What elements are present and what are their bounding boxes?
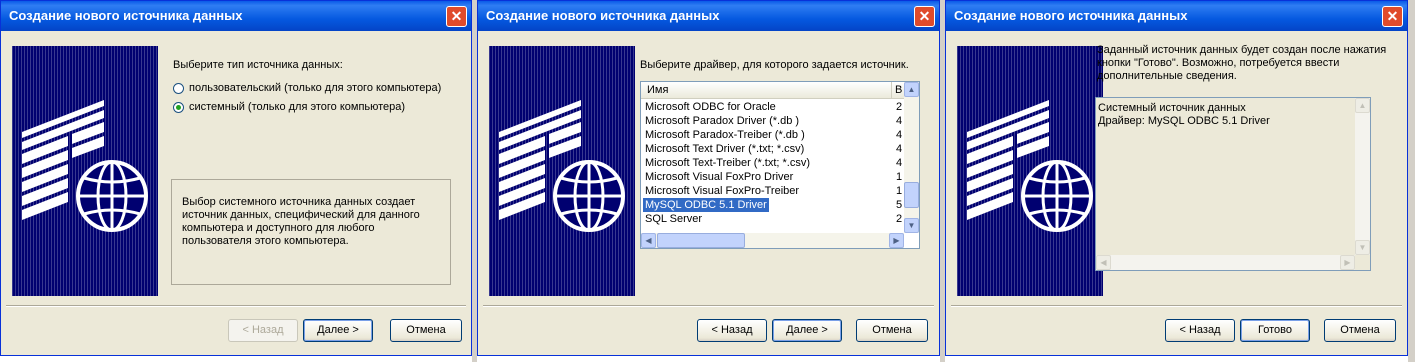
scroll-left-button: ◀ [1096, 255, 1111, 270]
arrow-left-icon: ◀ [645, 236, 652, 245]
horizontal-scrollbar[interactable]: ◀ ▶ [641, 233, 904, 248]
scroll-down-button[interactable]: ▼ [904, 218, 919, 233]
separator [951, 305, 1402, 307]
back-button[interactable]: < Назад [228, 319, 298, 342]
wizard-banner-image [489, 46, 635, 296]
scroll-up-button: ▲ [1355, 98, 1370, 113]
driver-list[interactable]: Имя В Microsoft ODBC for Oracle 2 Microso… [640, 81, 920, 249]
close-button[interactable]: ✕ [1382, 6, 1403, 27]
list-item[interactable]: Microsoft Paradox-Treiber (*.db ) 4 [641, 128, 904, 142]
dialog-title: Создание нового источника данных [9, 8, 243, 23]
scroll-down-button: ▼ [1355, 240, 1370, 255]
close-button[interactable]: ✕ [446, 6, 467, 27]
close-icon: ✕ [1386, 8, 1399, 24]
column-header-version[interactable]: В [891, 82, 904, 99]
arrow-right-icon: ▶ [1344, 258, 1351, 267]
title-bar[interactable]: Создание нового источника данных [946, 1, 1407, 31]
radio-system-dsn[interactable]: системный (только для этого компьютера) [173, 100, 463, 116]
data-source-globe-icon [22, 100, 148, 232]
list-item[interactable]: Microsoft Text-Treiber (*.txt; *.csv) 4 [641, 156, 904, 170]
vertical-scrollbar[interactable]: ▲ ▼ [904, 82, 919, 233]
arrow-left-icon: ◀ [1100, 258, 1107, 267]
dialog-title: Создание нового источника данных [486, 8, 720, 23]
separator [483, 305, 934, 307]
scroll-right-button[interactable]: ▶ [889, 233, 904, 248]
back-button[interactable]: < Назад [1165, 319, 1235, 342]
data-source-globe-icon [967, 100, 1093, 232]
radio-button-selected[interactable] [173, 102, 184, 113]
prompt-label: Выберите драйвер, для которого задается … [640, 59, 909, 71]
close-icon: ✕ [918, 8, 931, 24]
scroll-thumb[interactable] [657, 233, 745, 248]
close-icon: ✕ [450, 8, 463, 24]
back-button[interactable]: < Назад [697, 319, 767, 342]
radio-label: пользовательский (только для этого компь… [189, 82, 442, 94]
dialog-title: Создание нового источника данных [954, 8, 1188, 23]
list-item[interactable]: Microsoft ODBC for Oracle 2 [641, 100, 904, 114]
horizontal-scrollbar: ◀ ▶ [1096, 255, 1355, 270]
next-button[interactable]: Далее > [772, 319, 842, 342]
desktop-gap [1408, 0, 1415, 362]
cancel-button[interactable]: Отмена [390, 319, 462, 342]
scroll-right-button: ▶ [1340, 255, 1355, 270]
list-item[interactable]: Microsoft Visual FoxPro-Treiber 1 [641, 184, 904, 198]
dialog-select-driver: Создание нового источника данных ✕ Выбер… [477, 0, 940, 356]
description-box: Выбор системного источника данных создае… [171, 179, 451, 285]
cancel-button[interactable]: Отмена [1324, 319, 1396, 342]
dialog-data-source-type: Создание нового источника данных ✕ Выбер… [0, 0, 472, 356]
summary-line: Драйвер: MySQL ODBC 5.1 Driver [1098, 115, 1270, 127]
list-item-selected[interactable]: MySQL ODBC 5.1 Driver 5 [641, 198, 904, 212]
finish-button[interactable]: Готово [1240, 319, 1310, 342]
arrow-up-icon: ▲ [907, 85, 916, 94]
title-bar[interactable]: Создание нового источника данных [478, 1, 939, 31]
separator [6, 305, 466, 307]
list-item[interactable]: Microsoft Text Driver (*.txt; *.csv) 4 [641, 142, 904, 156]
arrow-down-icon: ▼ [907, 221, 916, 230]
summary-box[interactable]: Системный источник данных Драйвер: MySQL… [1095, 97, 1371, 271]
arrow-down-icon: ▼ [1358, 243, 1367, 252]
next-button[interactable]: Далее > [303, 319, 373, 342]
summary-line: Системный источник данных [1098, 102, 1246, 114]
scroll-left-button[interactable]: ◀ [641, 233, 656, 248]
list-item[interactable]: SQL Server 2 [641, 212, 904, 226]
dialog-finish: Создание нового источника данных ✕ Задан… [945, 0, 1408, 356]
arrow-right-icon: ▶ [893, 236, 900, 245]
data-source-globe-icon [499, 100, 625, 232]
list-item[interactable]: Microsoft Paradox Driver (*.db ) 4 [641, 114, 904, 128]
radio-user-dsn[interactable]: пользовательский (только для этого компь… [173, 81, 463, 97]
arrow-up-icon: ▲ [1358, 101, 1367, 110]
scroll-up-button[interactable]: ▲ [904, 82, 919, 97]
radio-button[interactable] [173, 83, 184, 94]
cancel-button[interactable]: Отмена [856, 319, 928, 342]
close-button[interactable]: ✕ [914, 6, 935, 27]
vertical-scrollbar: ▲ ▼ [1355, 98, 1370, 255]
list-item[interactable]: Microsoft Visual FoxPro Driver 1 [641, 170, 904, 184]
wizard-banner-image [12, 46, 158, 296]
title-bar[interactable]: Создание нового источника данных [1, 1, 471, 31]
column-header-name[interactable]: Имя [641, 82, 891, 99]
prompt-label: Выберите тип источника данных: [173, 59, 343, 71]
wizard-banner-image [957, 46, 1103, 296]
finish-prompt: Заданный источник данных будет создан по… [1097, 44, 1387, 82]
scroll-thumb[interactable] [904, 182, 919, 208]
radio-label: системный (только для этого компьютера) [189, 101, 406, 113]
